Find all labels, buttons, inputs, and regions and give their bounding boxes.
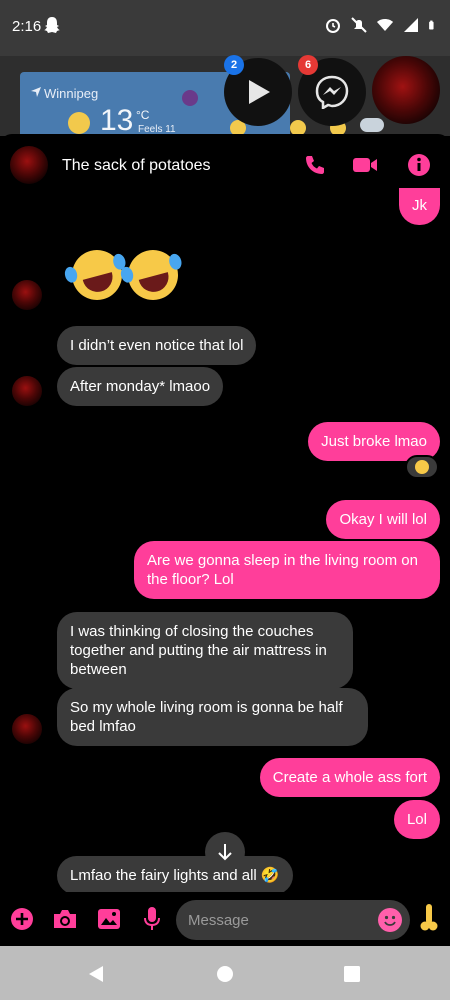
weather-unit: °C xyxy=(136,108,150,122)
chat-header: The sack of potatoes xyxy=(0,134,450,196)
messenger-badge: 6 xyxy=(298,55,318,75)
incoming-message[interactable]: I was thinking of closing the couches to… xyxy=(57,612,353,689)
camera-button[interactable] xyxy=(52,906,78,932)
signal-icon xyxy=(404,18,418,32)
arrow-down-icon xyxy=(218,844,232,861)
voice-message-button[interactable] xyxy=(139,906,165,932)
incoming-message[interactable]: After monday* lmaoo xyxy=(57,367,224,406)
play-icon xyxy=(249,80,270,104)
microphone-icon xyxy=(144,907,160,930)
grin-sweat-emoji-icon xyxy=(415,460,429,474)
incoming-message[interactable]: Lmfao the fairy lights and all 🤣 xyxy=(57,856,293,895)
back-triangle-icon xyxy=(89,966,103,982)
contact-head[interactable] xyxy=(372,56,440,124)
sun-icon xyxy=(68,112,90,134)
reaction-badge[interactable] xyxy=(405,455,439,479)
smiley-icon xyxy=(384,915,396,926)
video-call-button[interactable] xyxy=(352,152,378,178)
gallery-button[interactable] xyxy=(96,906,122,932)
rofl-emoji-icon[interactable] xyxy=(63,244,128,306)
plus-circle-icon xyxy=(11,908,33,930)
message-input[interactable] xyxy=(176,900,410,940)
wifi-icon xyxy=(377,19,393,31)
weather-temperature: 13 xyxy=(100,104,134,137)
chat-panel: The sack of potatoes Jk I didn’t even no… xyxy=(0,134,450,946)
mute-icon xyxy=(351,17,367,33)
forecast-cloud-icon xyxy=(360,118,384,132)
avatar[interactable] xyxy=(10,146,48,184)
info-icon xyxy=(408,154,430,176)
outgoing-message[interactable]: Jk xyxy=(399,188,440,225)
status-bar: 2:16 xyxy=(0,0,450,56)
phone-icon xyxy=(306,156,324,174)
recents-button[interactable] xyxy=(340,962,364,986)
voice-call-button[interactable] xyxy=(302,152,328,178)
image-icon xyxy=(98,909,120,929)
outgoing-message[interactable]: Create a whole ass fort xyxy=(259,758,440,797)
quick-reaction-button[interactable] xyxy=(416,904,442,931)
home-button[interactable] xyxy=(213,962,237,986)
outgoing-message[interactable]: Lol xyxy=(393,800,440,839)
status-icons xyxy=(324,16,438,34)
avatar[interactable] xyxy=(12,376,42,406)
quick-reaction-icon xyxy=(420,904,438,931)
recents-square-icon xyxy=(344,966,360,982)
more-actions-button[interactable] xyxy=(9,906,35,932)
weather-small-icon xyxy=(182,90,198,106)
rofl-emoji-icon[interactable] xyxy=(119,244,184,306)
outgoing-message[interactable]: Okay I will lol xyxy=(326,500,440,539)
status-time: 2:16 xyxy=(12,18,42,35)
outgoing-message[interactable]: Are we gonna sleep in the living room on… xyxy=(134,541,440,599)
home-circle-icon xyxy=(217,966,233,982)
snapchat-icon xyxy=(44,17,60,33)
location-icon xyxy=(31,87,41,97)
conversation-title[interactable]: The sack of potatoes xyxy=(62,157,211,175)
play-store-badge: 2 xyxy=(224,55,244,75)
navigation-bar xyxy=(0,946,450,1000)
avatar[interactable] xyxy=(12,280,42,310)
camera-icon xyxy=(54,910,76,928)
weather-city: Winnipeg xyxy=(44,86,99,101)
avatar[interactable] xyxy=(12,714,42,744)
emoji-button[interactable] xyxy=(378,908,402,932)
incoming-message[interactable]: I didn’t even notice that lol xyxy=(57,326,257,365)
video-camera-icon xyxy=(353,158,377,172)
incoming-message[interactable]: So my whole living room is gonna be half… xyxy=(57,688,368,746)
scroll-to-bottom-button[interactable] xyxy=(205,832,245,872)
messenger-icon xyxy=(315,75,349,109)
alarm-icon xyxy=(326,19,340,33)
battery-icon xyxy=(429,20,434,30)
back-button[interactable] xyxy=(84,962,108,986)
info-button[interactable] xyxy=(406,152,432,178)
message-composer xyxy=(0,892,450,946)
